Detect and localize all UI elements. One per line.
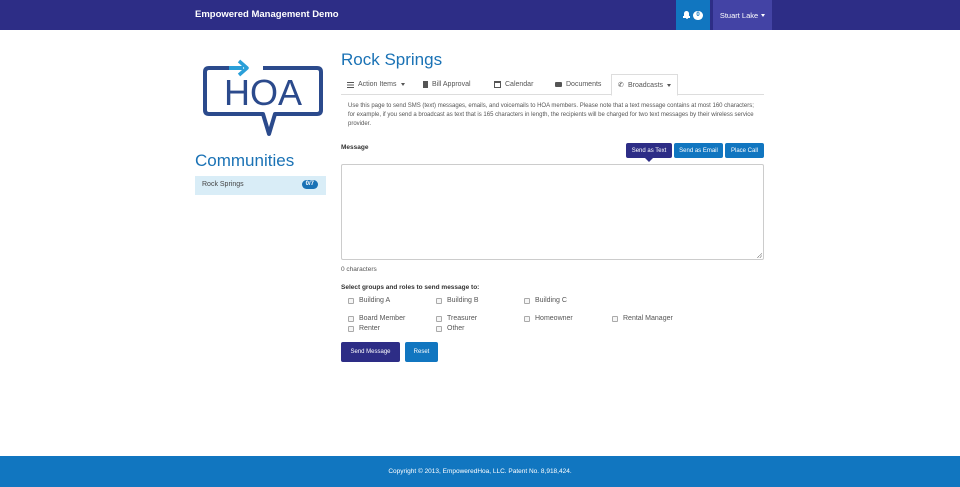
checkbox-label: Building C	[535, 297, 567, 304]
tab-label: Calendar	[505, 81, 534, 88]
tab-label: Bill Approval	[432, 81, 471, 88]
folder-icon	[555, 82, 562, 87]
message-label: Message	[341, 144, 369, 151]
place-call-button[interactable]: Place Call	[725, 143, 764, 158]
checkbox-rental-manager[interactable]: Rental Manager	[612, 315, 673, 322]
checkbox-homeowner[interactable]: Homeowner	[524, 315, 573, 322]
top-navbar: Empowered Management Demo 0 Stuart Lake	[0, 0, 960, 30]
phone-icon: ✆	[618, 81, 624, 89]
send-as-text-button[interactable]: Send as Text	[626, 143, 672, 162]
list-icon	[347, 81, 354, 88]
chevron-down-icon	[667, 83, 672, 87]
tab-bar: Action Items Bill Approval Calendar Docu…	[341, 74, 764, 96]
file-icon	[423, 81, 428, 88]
checkbox-renter[interactable]: Renter	[348, 325, 380, 332]
tab-bill-approval[interactable]: Bill Approval	[417, 74, 477, 95]
checkbox-input[interactable]	[524, 297, 530, 304]
checkbox-building-c[interactable]: Building C	[524, 297, 567, 304]
groups-label: Select groups and roles to send message …	[341, 284, 480, 291]
checkbox-input[interactable]	[436, 297, 442, 304]
tab-action-items[interactable]: Action Items	[341, 74, 411, 95]
tab-label: Documents	[566, 81, 602, 88]
user-menu[interactable]: Stuart Lake	[713, 0, 772, 30]
tab-broadcasts[interactable]: ✆ Broadcasts	[611, 74, 679, 96]
checkbox-input[interactable]	[348, 297, 354, 304]
checkbox-label: Treasurer	[447, 315, 478, 322]
send-message-button[interactable]: Send Message	[341, 342, 400, 362]
checkbox-input[interactable]	[612, 315, 618, 322]
tab-label: Broadcasts	[628, 81, 664, 89]
checkbox-input[interactable]	[436, 315, 442, 322]
checkbox-board-member[interactable]: Board Member	[348, 315, 405, 322]
footer: Copyright © 2013, EmpoweredHoa, LLC. Pat…	[0, 456, 960, 487]
page-title: Rock Springs	[341, 50, 443, 69]
resize-handle-icon[interactable]	[757, 253, 762, 258]
checkbox-label: Renter	[359, 325, 381, 332]
reset-button[interactable]: Reset	[405, 342, 438, 362]
checkbox-input[interactable]	[348, 325, 354, 332]
community-label: Rock Springs	[202, 181, 244, 188]
checkbox-input[interactable]	[436, 325, 442, 332]
tab-label: Action Items	[358, 81, 397, 88]
send-as-email-button[interactable]: Send as Email	[674, 143, 723, 158]
checkbox-label: Board Member	[359, 315, 406, 322]
checkbox-treasurer[interactable]: Treasurer	[436, 315, 477, 322]
chevron-down-icon	[761, 13, 766, 17]
checkbox-label: Rental Manager	[623, 315, 673, 322]
checkbox-building-b[interactable]: Building B	[436, 297, 479, 304]
notifications-count: 0	[693, 10, 703, 20]
hoa-logo: HOA	[203, 59, 323, 136]
message-textarea[interactable]	[341, 164, 764, 260]
broadcast-description: Use this page to send SMS (text) message…	[348, 103, 754, 127]
checkbox-label: Other	[447, 325, 465, 332]
bell-icon	[683, 11, 691, 19]
checkbox-input[interactable]	[524, 315, 530, 322]
communities-heading: Communities	[195, 151, 295, 170]
checkbox-label: Building B	[447, 297, 479, 304]
user-name: Stuart Lake	[719, 10, 759, 20]
checkbox-input[interactable]	[348, 315, 354, 322]
checkbox-label: Building A	[359, 297, 391, 304]
checkbox-label: Homeowner	[535, 315, 573, 322]
tab-documents[interactable]: Documents	[549, 74, 607, 95]
community-item-rock-springs[interactable]: Rock Springs 0/7	[195, 176, 326, 195]
checkbox-other[interactable]: Other	[436, 325, 465, 332]
footer-copyright: Copyright © 2013, EmpoweredHoa, LLC. Pat…	[388, 468, 572, 475]
community-badge: 0/7	[301, 180, 318, 189]
chevron-down-icon	[400, 83, 405, 86]
brand-title[interactable]: Empowered Management Demo	[195, 9, 339, 20]
character-count: 0 characters	[341, 266, 377, 273]
calendar-icon	[494, 81, 501, 88]
logo-text: HOA	[224, 72, 302, 113]
notifications-button[interactable]: 0	[676, 0, 710, 30]
tab-calendar[interactable]: Calendar	[488, 74, 539, 95]
checkbox-building-a[interactable]: Building A	[348, 297, 390, 304]
